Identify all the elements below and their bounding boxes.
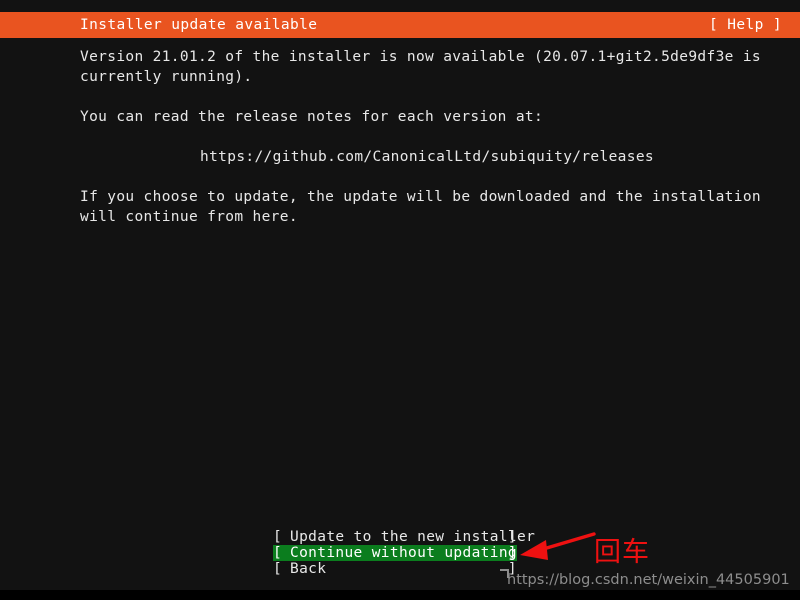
body-line: If you choose to update, the update will… (80, 189, 761, 205)
csdn-watermark: https://blog.csdn.net/weixin_44505901 (507, 572, 790, 588)
menu-item-continue-without-updating[interactable]: [ Continue without updating ] (273, 545, 517, 561)
bottom-band (0, 590, 800, 600)
menu-item-back[interactable]: [ Back ] (273, 561, 517, 577)
body-line: You can read the release notes for each … (80, 109, 544, 125)
bracket-right: ] (507, 529, 517, 545)
menu-item-update-to-new-installer[interactable]: [ Update to the new installer ] (273, 529, 535, 545)
body-line-spacer (80, 87, 780, 107)
installer-screen: Installer update available [ Help ] Vers… (0, 0, 800, 600)
bracket-left: [ (273, 561, 283, 577)
menu-item-label: Continue without updating (290, 545, 517, 561)
bracket-right: ] (507, 545, 517, 561)
enter-key-annotation-label: 回车 (594, 537, 650, 568)
menu-item-label: Update to the new installer (290, 529, 536, 545)
body-line: currently running). (80, 69, 253, 85)
release-notes-url: https://github.com/CanonicalLtd/subiquit… (200, 149, 654, 165)
bracket-left: [ (273, 545, 283, 561)
body-text-block: Version 21.01.2 of the installer is now … (80, 47, 780, 227)
menu-list: [ Update to the new installer ] [ Contin… (273, 529, 535, 577)
help-button[interactable]: [ Help ] (709, 12, 782, 38)
body-line: will continue from here. (80, 209, 298, 225)
body-line: Version 21.01.2 of the installer is now … (80, 49, 761, 65)
body-line-spacer (80, 167, 780, 187)
body-line-spacer (80, 127, 780, 147)
menu-item-label: Back (290, 561, 327, 577)
header-bar: Installer update available [ Help ] (0, 12, 800, 38)
page-title: Installer update available (80, 17, 318, 33)
bracket-left: [ (273, 529, 283, 545)
